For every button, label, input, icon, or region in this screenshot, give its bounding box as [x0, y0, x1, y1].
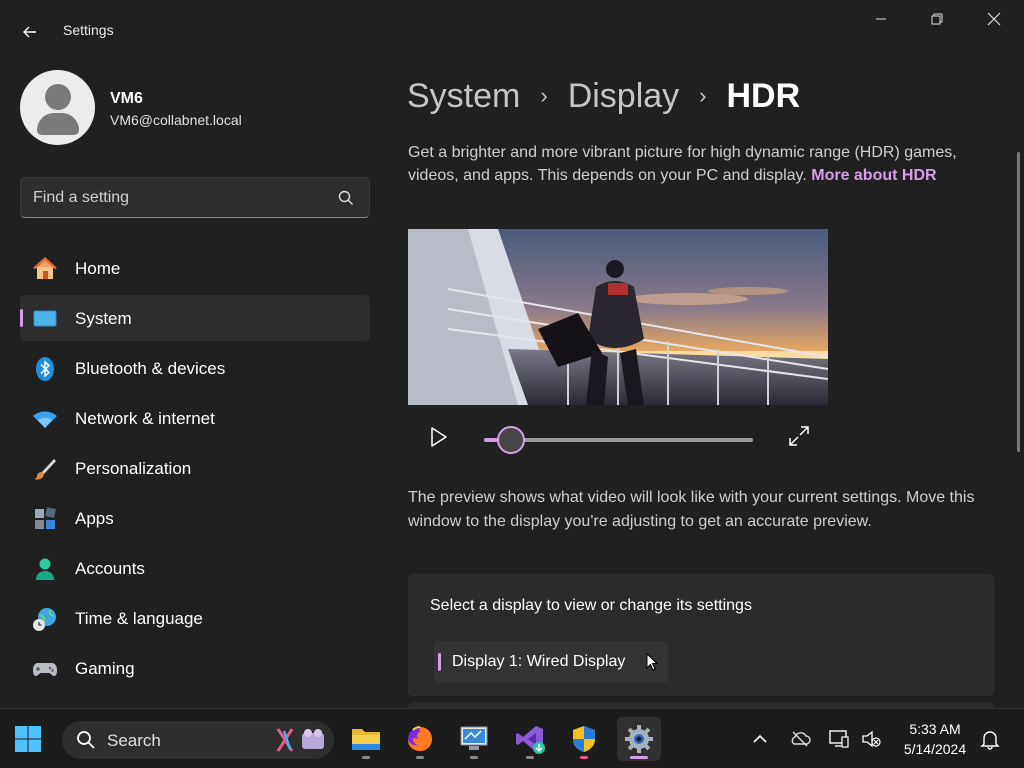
more-about-hdr-link[interactable]: More about HDR: [811, 167, 936, 184]
display-name: Display 1: Wired Display: [452, 653, 626, 670]
apps-icon: [35, 507, 56, 529]
display-select-label: Select a display to view or change its s…: [430, 597, 752, 614]
close-button[interactable]: [971, 4, 1017, 34]
search-input[interactable]: [33, 187, 333, 209]
file-explorer-icon: [352, 729, 380, 750]
bell-icon[interactable]: [979, 728, 1001, 750]
bluetooth-icon: [36, 357, 54, 381]
search-highlight-icon: [276, 728, 324, 752]
selection-indicator: [20, 309, 23, 327]
clock-time: 5:33 AM: [909, 721, 961, 737]
close-icon: [987, 12, 1001, 26]
onedrive-icon[interactable]: [789, 728, 811, 750]
system-clock[interactable]: 5:33 AM 5/14/2024: [894, 719, 976, 759]
breadcrumb: System › Display › HDR: [407, 74, 800, 118]
search-icon: [338, 190, 353, 205]
mouse-cursor-icon: [646, 653, 658, 671]
taskbar-remote-desktop[interactable]: [452, 717, 496, 761]
play-icon[interactable]: [426, 425, 450, 449]
sidebar-nav: Home System Bluetooth & devices Network …: [20, 245, 370, 695]
avatar: [20, 70, 95, 145]
brush-icon: [34, 459, 56, 480]
wifi-icon: [33, 411, 57, 428]
breadcrumb-separator: ›: [699, 83, 707, 108]
globe-clock-icon: [33, 608, 56, 631]
hdr-description: Get a brighter and more vibrant picture …: [408, 141, 1008, 187]
remote-desktop-icon: [460, 726, 488, 750]
firefox-icon: [408, 726, 432, 751]
sidebar-item-home[interactable]: Home: [20, 245, 370, 291]
seek-bar-thumb[interactable]: [496, 426, 525, 454]
volume-muted-icon[interactable]: [860, 728, 882, 750]
back-button[interactable]: [14, 16, 46, 48]
taskbar-file-explorer[interactable]: [344, 717, 388, 761]
fullscreen-icon[interactable]: [788, 425, 810, 447]
sidebar-item-label: Gaming: [75, 659, 135, 678]
accounts-icon: [36, 558, 54, 580]
sidebar-item-gaming[interactable]: Gaming: [20, 645, 370, 691]
sidebar-item-label: Network & internet: [75, 409, 215, 428]
sidebar-item-label: Bluetooth & devices: [75, 359, 226, 378]
sidebar-item-network[interactable]: Network & internet: [20, 395, 370, 441]
sidebar-item-bluetooth[interactable]: Bluetooth & devices: [20, 345, 370, 391]
taskbar-firefox[interactable]: [398, 717, 442, 761]
settings-gear-icon: [625, 725, 653, 753]
chevron-up-icon[interactable]: [749, 728, 771, 750]
sidebar-item-label: Accounts: [75, 559, 145, 578]
search-icon: [77, 731, 95, 749]
user-email: VM6@collabnet.local: [110, 112, 242, 128]
breadcrumb-display[interactable]: Display: [568, 77, 679, 116]
sidebar-item-label: Apps: [75, 509, 114, 528]
taskbar-search-label: Search: [107, 731, 161, 750]
minimize-button[interactable]: [858, 4, 904, 34]
breadcrumb-separator: ›: [540, 83, 548, 108]
app-title: Settings: [63, 22, 114, 38]
breadcrumb-system[interactable]: System: [407, 77, 520, 116]
taskbar-visual-studio-installer[interactable]: [508, 717, 552, 761]
preview-note: The preview shows what video will look l…: [408, 489, 975, 530]
sidebar-item-label: System: [75, 309, 132, 328]
find-setting-search[interactable]: [20, 177, 370, 218]
gamepad-icon: [33, 663, 57, 676]
display-1-button[interactable]: Display 1: Wired Display: [434, 641, 668, 683]
home-icon: [33, 256, 57, 279]
selection-indicator: [438, 653, 441, 671]
sidebar-item-time-language[interactable]: Time & language: [20, 595, 370, 641]
sidebar-item-system[interactable]: System: [20, 295, 370, 341]
title-bar: Settings: [0, 0, 1024, 60]
back-arrow-icon: [23, 26, 36, 38]
display-select-card: Select a display to view or change its s…: [408, 574, 994, 696]
sidebar-item-personalization[interactable]: Personalization: [20, 445, 370, 491]
sidebar-item-accounts[interactable]: Accounts: [20, 545, 370, 591]
network-icon[interactable]: [828, 728, 850, 750]
restore-button[interactable]: [914, 4, 960, 34]
user-profile[interactable]: VM6 VM6@collabnet.local: [20, 70, 370, 146]
video-controls: [408, 415, 828, 465]
taskbar-search[interactable]: Search: [62, 721, 334, 759]
sidebar-item-label: Personalization: [75, 459, 192, 478]
scrollbar-thumb[interactable]: [1017, 152, 1020, 452]
sidebar-item-apps[interactable]: Apps: [20, 495, 370, 541]
taskbar-security[interactable]: [562, 717, 606, 761]
hdr-preview-video[interactable]: [408, 229, 828, 405]
user-name: VM6: [110, 90, 143, 107]
clock-date: 5/14/2024: [903, 741, 967, 757]
page-title: HDR: [726, 76, 801, 115]
sidebar-item-label: Time & language: [75, 609, 203, 628]
system-icon: [33, 310, 57, 327]
restore-icon: [931, 13, 943, 25]
security-shield-icon: [573, 726, 595, 752]
windows-start-icon[interactable]: [12, 723, 44, 755]
taskbar: Search 5:33 AM 5/14/2024: [0, 708, 1024, 768]
sidebar-item-label: Home: [75, 259, 121, 278]
minimize-icon: [876, 18, 886, 20]
visual-studio-installer-icon: [516, 726, 545, 754]
taskbar-settings[interactable]: [617, 717, 661, 761]
